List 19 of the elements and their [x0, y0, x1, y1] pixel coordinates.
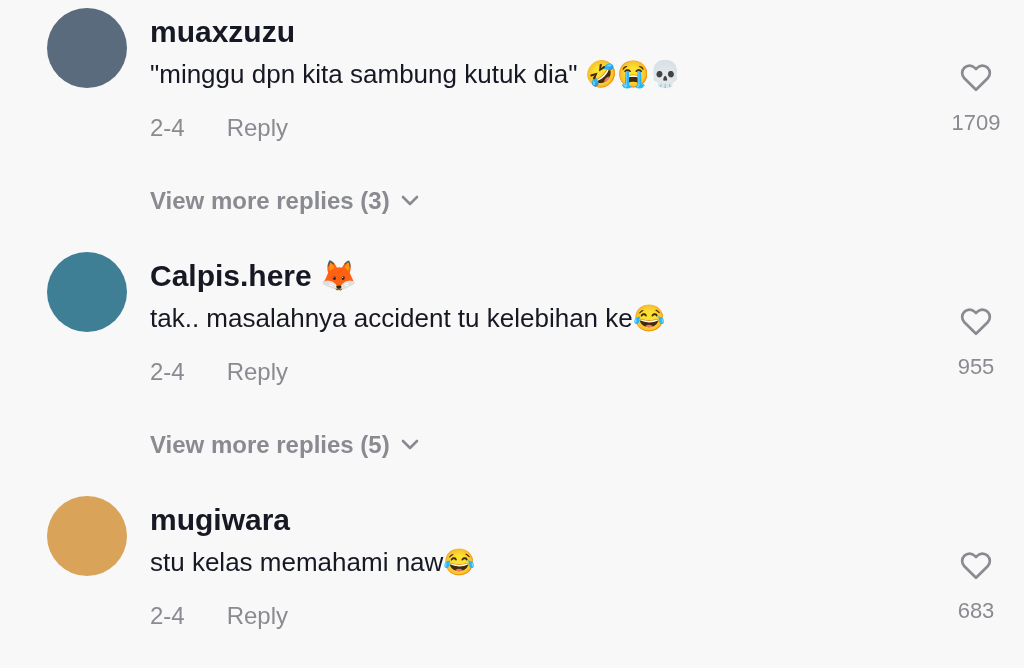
comment-date: 2-4: [150, 601, 185, 631]
like-count: 955: [957, 353, 995, 381]
view-more-replies-link[interactable]: View more replies (5): [150, 425, 420, 465]
chevron-down-icon: [399, 195, 420, 207]
username[interactable]: Calpis.here 🦊: [150, 256, 944, 296]
comment-text: stu kelas memahami naw😂: [150, 546, 477, 579]
reply-button[interactable]: Reply: [226, 350, 289, 394]
comment-date: 2-4: [150, 357, 185, 387]
reply-button[interactable]: Reply: [226, 594, 289, 638]
comment-text: "minggu dpn kita sambung kutuk dia" 🤣😭💀: [150, 58, 682, 91]
username[interactable]: mugiwara: [150, 500, 944, 540]
reply-button[interactable]: Reply: [226, 106, 289, 150]
like-count: 683: [957, 597, 995, 625]
comment-date: 2-4: [150, 113, 185, 143]
like-count: 1709: [951, 109, 1001, 137]
view-more-replies-link[interactable]: View more replies (3): [150, 181, 420, 221]
comment-text: tak.. masalahnya accident tu kelebihan ke😂: [150, 302, 666, 335]
username[interactable]: muaxzuzu: [150, 12, 944, 52]
chevron-down-icon: [399, 439, 420, 451]
